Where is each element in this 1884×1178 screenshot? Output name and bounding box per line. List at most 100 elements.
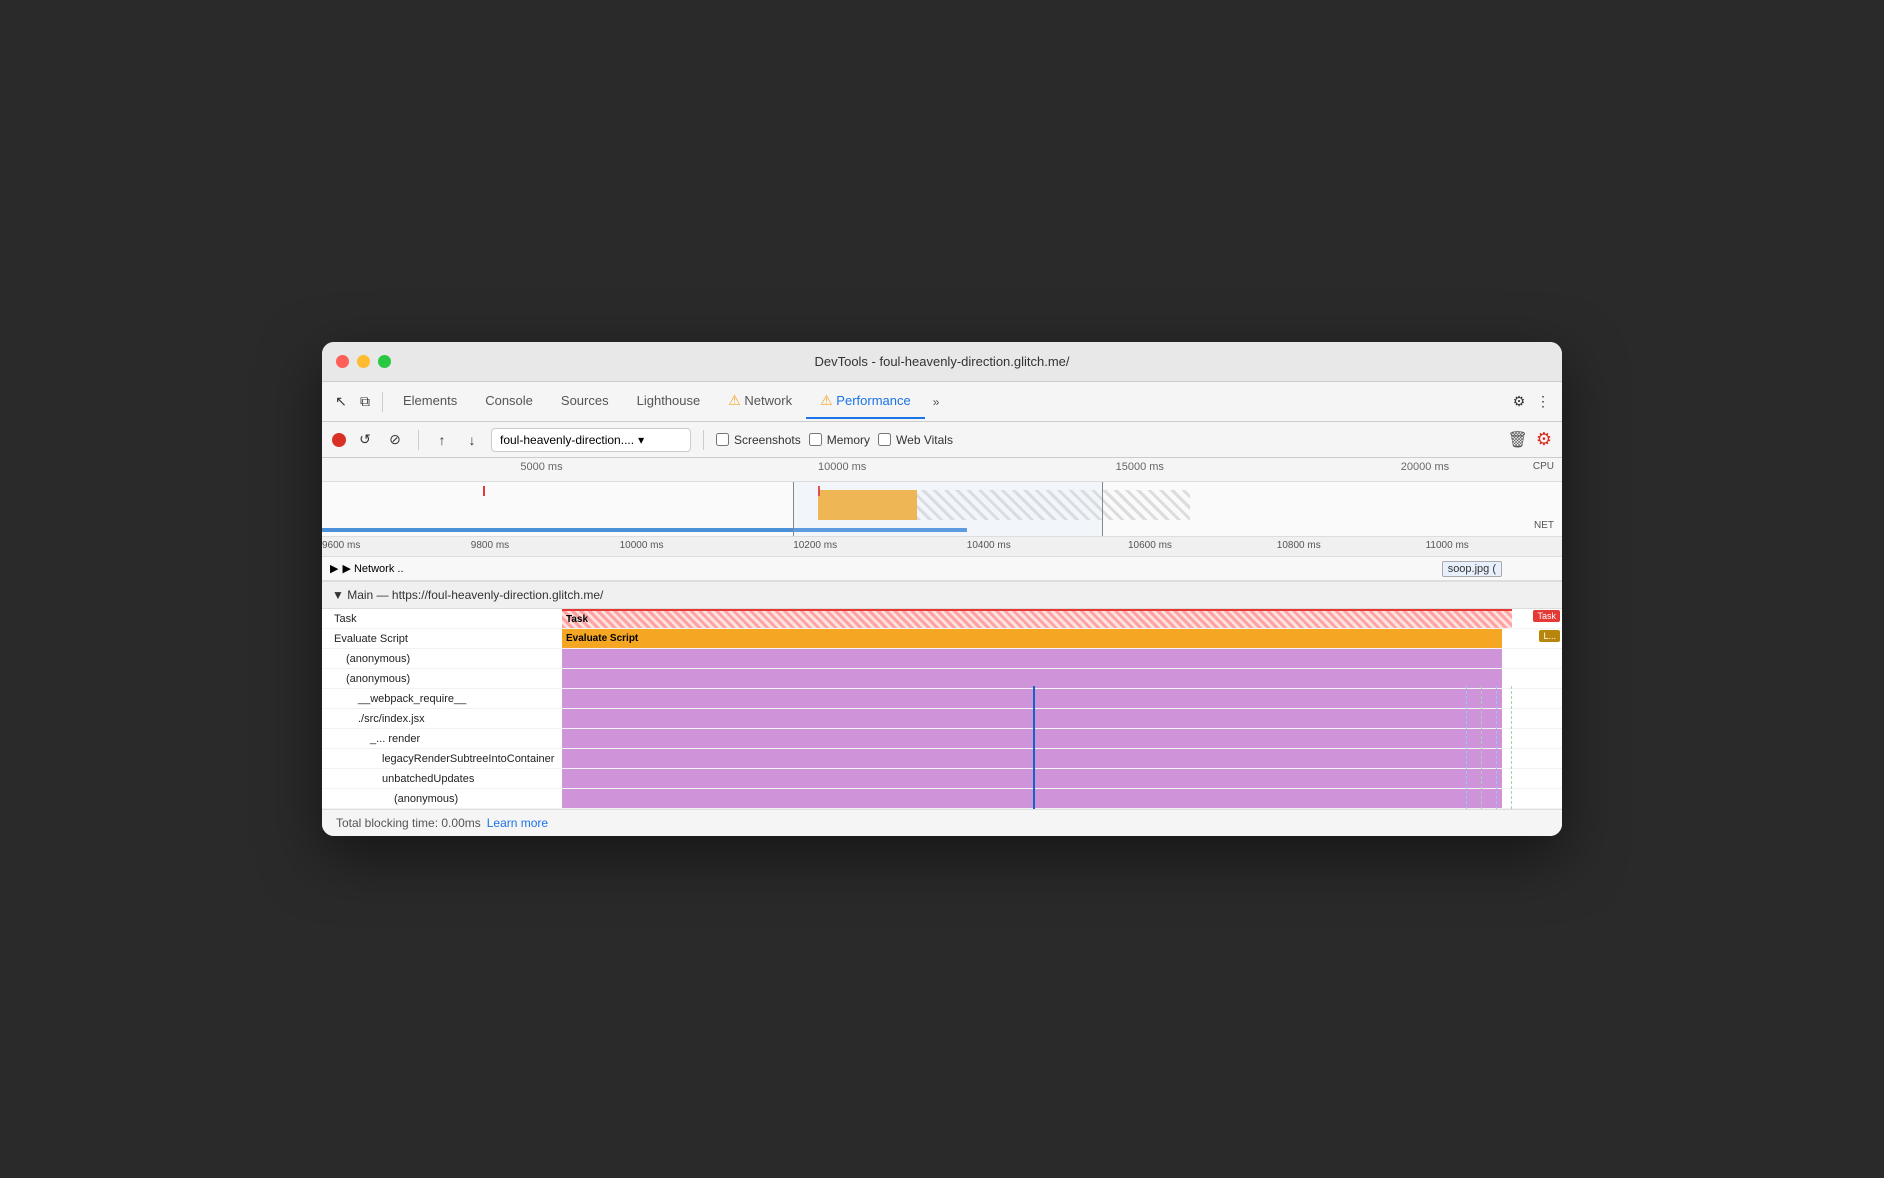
ruler-mark-5000: 5000 ms — [520, 461, 562, 473]
nav-tabs: Elements Console Sources Lighthouse ⚠ Ne… — [389, 384, 925, 419]
settings-button[interactable]: ⚙ — [1508, 391, 1530, 413]
gear-red-icon: ⚙ — [1536, 429, 1552, 449]
layers-tool-button[interactable]: ⧉ — [354, 391, 376, 413]
tab-sources[interactable]: Sources — [547, 385, 623, 418]
net-label: NET — [1534, 520, 1554, 531]
tab-performance[interactable]: ⚠ Performance — [806, 384, 925, 419]
red-tick-1 — [483, 486, 485, 496]
tab-console[interactable]: Console — [471, 385, 547, 418]
nav-toolbar: ↖ ⧉ Elements Console Sources Lighthouse … — [322, 382, 1562, 422]
evaluate-bar: Evaluate Script — [562, 629, 1502, 648]
web-vitals-checkbox-group[interactable]: Web Vitals — [878, 433, 953, 447]
flame-row-anon1: (anonymous) — [322, 649, 1562, 669]
src-bar — [562, 709, 1502, 728]
download-icon: ↓ — [469, 432, 476, 448]
src-label: ./src/index.jsx — [322, 713, 562, 725]
src-bar-area — [562, 709, 1562, 728]
learn-more-link[interactable]: Learn more — [487, 816, 548, 830]
legacy-label: legacyRenderSubtreeIntoContainer — [322, 753, 562, 765]
legacy-bar — [562, 749, 1502, 768]
time-10600: 10600 ms — [1128, 540, 1172, 551]
tab-lighthouse[interactable]: Lighthouse — [623, 385, 715, 418]
anon2-bar-area — [562, 669, 1562, 688]
flame-row-src: ./src/index.jsx — [322, 709, 1562, 729]
time-10800: 10800 ms — [1277, 540, 1321, 551]
title-bar: DevTools - foul-heavenly-direction.glitc… — [322, 342, 1562, 382]
render-label: _... render — [322, 733, 562, 745]
time-10200: 10200 ms — [793, 540, 837, 551]
chevron-icon: ▾ — [638, 433, 644, 447]
overview-tracks[interactable]: NET — [322, 482, 1562, 537]
upload-button[interactable]: ↑ — [431, 429, 453, 451]
flame-row-anon3: (anonymous) — [322, 789, 1562, 809]
minimize-button[interactable] — [357, 355, 370, 368]
toolbar-divider-1 — [382, 392, 383, 412]
flame-header-text: ▼ Main — https://foul-heavenly-direction… — [332, 588, 603, 602]
anon3-bar — [562, 789, 1502, 808]
tab-network[interactable]: ⚠ Network — [714, 384, 806, 419]
time-10400: 10400 ms — [967, 540, 1011, 551]
flame-row-unbatched: unbatchedUpdates — [322, 769, 1562, 789]
unbatched-bar-area — [562, 769, 1562, 788]
controls-divider-1 — [418, 430, 419, 450]
cursor-tool-button[interactable]: ↖ — [330, 391, 352, 413]
blocking-time-text: Total blocking time: 0.00ms — [336, 816, 481, 830]
anon1-bar — [562, 649, 1502, 668]
download-button[interactable]: ↓ — [461, 429, 483, 451]
devtools-window: DevTools - foul-heavenly-direction.glitc… — [322, 342, 1562, 836]
task-bar-red: Task — [562, 609, 1512, 628]
screenshots-checkbox-group[interactable]: Screenshots — [716, 433, 801, 447]
task-bar-label: Task — [566, 614, 588, 625]
settings-icon: ⚙ — [1513, 393, 1526, 410]
ban-button[interactable]: ⊘ — [384, 429, 406, 451]
web-vitals-checkbox[interactable] — [878, 433, 891, 446]
evaluate-bar-area: Evaluate Script L... — [562, 629, 1562, 648]
performance-settings-button[interactable]: ⚙ — [1536, 429, 1552, 450]
refresh-button[interactable]: ↺ — [354, 429, 376, 451]
anon1-bar-area — [562, 649, 1562, 668]
upload-icon: ↑ — [439, 432, 446, 448]
trash-button[interactable]: 🗑 — [1508, 430, 1528, 450]
overview-ruler: 5000 ms 10000 ms 15000 ms 20000 ms CPU — [322, 458, 1562, 482]
url-dropdown[interactable]: foul-heavenly-direction.... ▾ — [491, 428, 691, 452]
url-text: foul-heavenly-direction.... — [500, 433, 634, 447]
more-menu-button[interactable]: ⋮ — [1532, 391, 1554, 413]
memory-checkbox-group[interactable]: Memory — [809, 433, 870, 447]
anon1-label: (anonymous) — [322, 653, 562, 665]
webpack-label: __webpack_require__ — [322, 693, 562, 705]
selection-overlay[interactable] — [793, 482, 1103, 536]
anon2-label: (anonymous) — [322, 673, 562, 685]
network-triangle-icon: ▶ — [330, 562, 338, 575]
maximize-button[interactable] — [378, 355, 391, 368]
network-row-label: ▶ ▶ Network .. — [322, 562, 404, 575]
render-bar-area — [562, 729, 1562, 748]
ruler-mark-10000: 10000 ms — [818, 461, 866, 473]
flame-chart-container: ▼ Main — https://foul-heavenly-direction… — [322, 582, 1562, 809]
detail-ruler: 9600 ms 9800 ms 10000 ms 10200 ms 10400 … — [322, 537, 1562, 557]
time-10000: 10000 ms — [620, 540, 664, 551]
flame-row-webpack: __webpack_require__ — [322, 689, 1562, 709]
unbatched-label: unbatchedUpdates — [322, 773, 562, 785]
task-overflow-badge: Task — [1533, 610, 1560, 622]
flame-row-render: _... render — [322, 729, 1562, 749]
legacy-bar-area — [562, 749, 1562, 768]
web-vitals-label: Web Vitals — [896, 433, 953, 447]
tab-elements[interactable]: Elements — [389, 385, 471, 418]
time-9600: 9600 ms — [322, 540, 360, 551]
flame-header: ▼ Main — https://foul-heavenly-direction… — [322, 582, 1562, 609]
memory-label: Memory — [827, 433, 870, 447]
more-menu-icon: ⋮ — [1536, 393, 1550, 410]
task-label: Task — [322, 613, 562, 625]
close-button[interactable] — [336, 355, 349, 368]
soop-badge-container: soop.jpg ( — [1442, 559, 1502, 577]
record-button[interactable] — [332, 433, 346, 447]
timeline-container: 5000 ms 10000 ms 15000 ms 20000 ms CPU N… — [322, 458, 1562, 582]
memory-checkbox[interactable] — [809, 433, 822, 446]
anon3-bar-area — [562, 789, 1562, 808]
screenshots-checkbox[interactable] — [716, 433, 729, 446]
ban-icon: ⊘ — [389, 431, 401, 448]
more-tabs-button[interactable]: » — [927, 393, 946, 411]
task-bar-area: Task Task — [562, 609, 1562, 628]
cursor-icon: ↖ — [335, 393, 347, 410]
time-9800: 9800 ms — [471, 540, 509, 551]
